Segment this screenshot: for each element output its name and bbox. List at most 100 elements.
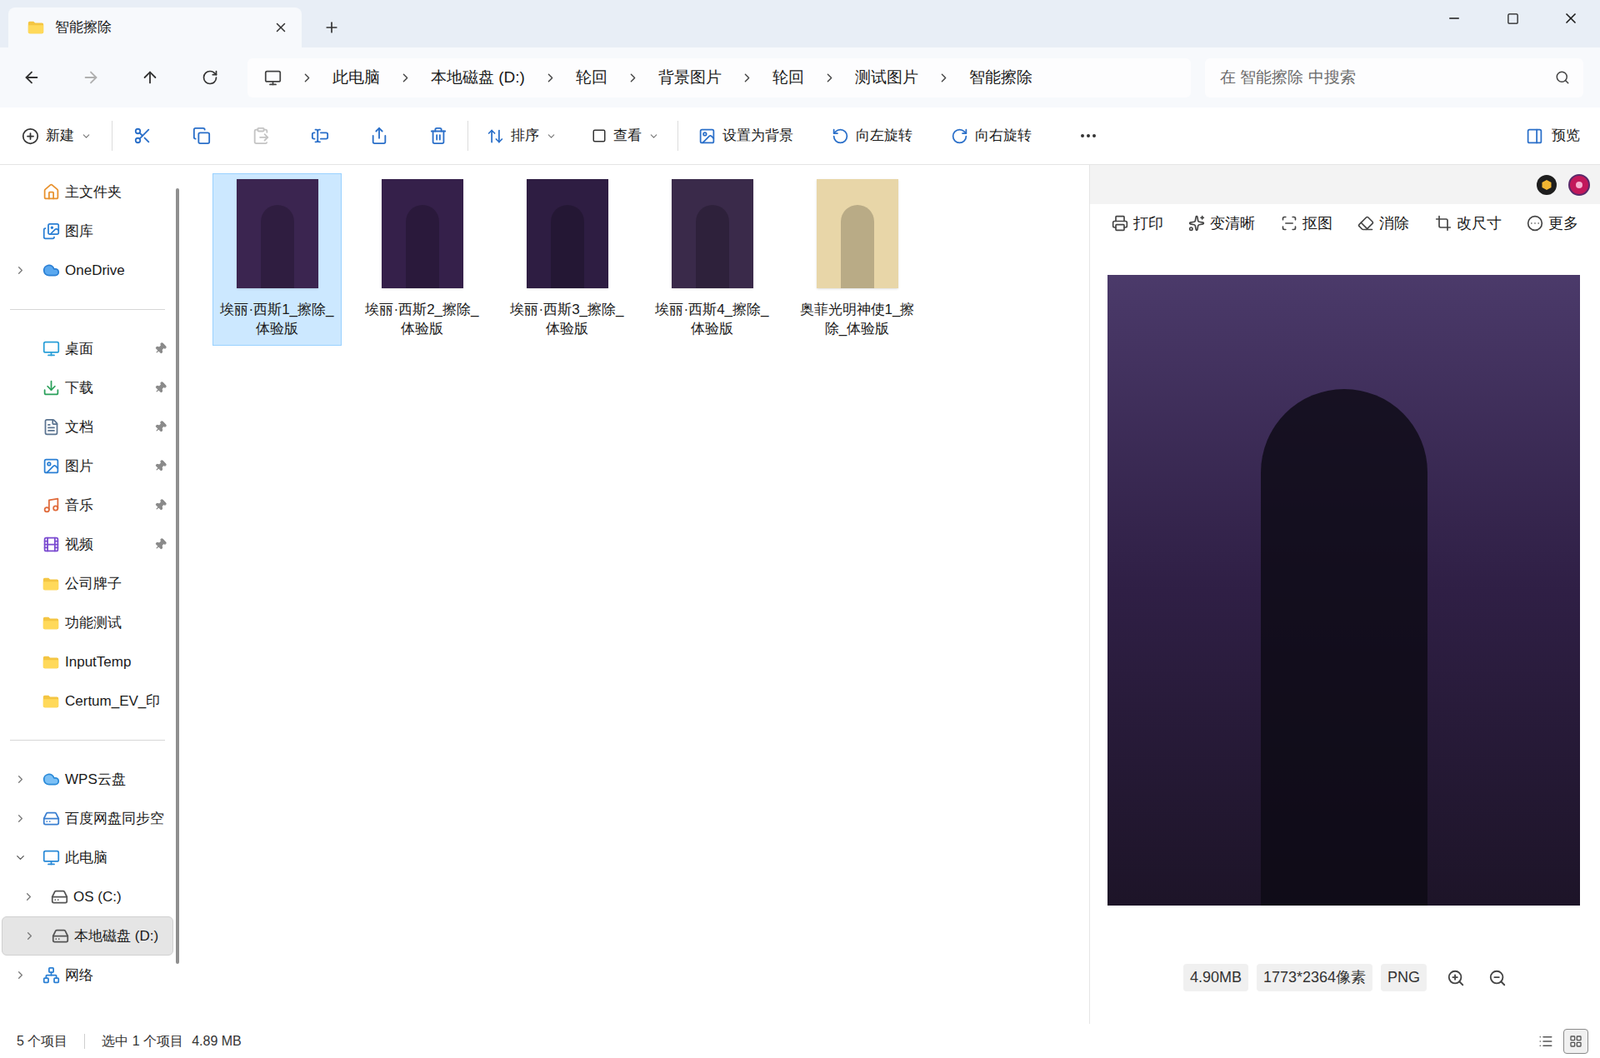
sidebar-item[interactable]: 下载	[1, 368, 174, 408]
breadcrumb-separator-icon[interactable]	[300, 70, 315, 85]
zoom-in-icon[interactable]	[1446, 969, 1465, 988]
file-item[interactable]: 埃丽·西斯4_擦除_体验版	[647, 173, 777, 346]
sidebar-divider	[10, 309, 165, 310]
sidebar-item-label: 图片	[65, 455, 155, 478]
breadcrumb-separator-icon[interactable]	[398, 70, 413, 85]
plugin-logo-icon[interactable]	[1536, 175, 1557, 195]
view-mode-button[interactable]	[1563, 1029, 1589, 1055]
preview-action-button[interactable]: 打印	[1111, 212, 1164, 235]
sidebar-item[interactable]: 桌面	[1, 329, 174, 369]
expand-icon[interactable]	[14, 773, 27, 786]
zoom-out-icon[interactable]	[1488, 969, 1507, 988]
expand-icon[interactable]	[14, 969, 27, 982]
sidebar-item[interactable]: 主文件夹	[1, 172, 174, 212]
back-icon	[22, 68, 41, 87]
sidebar-item[interactable]: WPS云盘	[1, 760, 174, 800]
breadcrumb-separator-icon[interactable]	[740, 70, 755, 85]
pin-icon[interactable]	[151, 457, 170, 475]
toolbar-icon-button[interactable]	[290, 126, 350, 145]
sidebar-item[interactable]: 网络	[1, 955, 174, 995]
expand-icon[interactable]	[14, 264, 27, 277]
breadcrumb-item[interactable]: 测试图片	[855, 65, 919, 90]
view-mode-button[interactable]	[1533, 1029, 1559, 1055]
close-button[interactable]	[1541, 0, 1600, 37]
pin-icon[interactable]	[151, 418, 170, 436]
toolbar-icon-button[interactable]	[408, 126, 468, 145]
maximize-button[interactable]	[1483, 0, 1542, 37]
file-thumbnail	[671, 179, 754, 289]
forward-button[interactable]	[75, 68, 106, 87]
more-button[interactable]	[1078, 125, 1099, 146]
breadcrumb-separator-icon[interactable]	[936, 70, 951, 85]
sidebar-item-label: OS (C:)	[73, 886, 174, 909]
breadcrumb-separator-icon[interactable]	[543, 70, 558, 85]
file-thumbnail	[381, 179, 464, 289]
file-item[interactable]: 埃丽·西斯1_擦除_体验版	[212, 173, 342, 346]
sidebar-item[interactable]: InputTemp	[1, 642, 174, 682]
preview-action-button[interactable]: 改尺寸	[1435, 212, 1502, 235]
expand-icon[interactable]	[23, 930, 36, 943]
pin-icon[interactable]	[151, 379, 170, 397]
sidebar-item[interactable]: 文档	[1, 407, 174, 447]
sidebar-item[interactable]: 图库	[1, 211, 174, 251]
toolbar-icon-button[interactable]	[171, 126, 231, 145]
minimize-button[interactable]	[1425, 0, 1484, 37]
sidebar-item[interactable]: 音乐	[1, 485, 174, 525]
address-box[interactable]: 此电脑 本地磁盘 (D:) 轮回 背景图片 轮回 测试图片 智能擦除	[247, 58, 1191, 98]
pin-icon[interactable]	[151, 340, 170, 358]
toolbar-icon-button[interactable]	[230, 126, 290, 145]
sidebar-item[interactable]: 公司牌子	[1, 564, 174, 604]
preview-action-button[interactable]: 更多	[1526, 212, 1579, 235]
sidebar-item[interactable]: 此电脑	[1, 838, 174, 878]
back-button[interactable]	[16, 68, 47, 87]
user-avatar-icon[interactable]	[1568, 174, 1590, 196]
preview-action-button[interactable]: 抠图	[1280, 212, 1333, 235]
breadcrumb-item[interactable]: 本地磁盘 (D:)	[430, 65, 525, 90]
file-name: 埃丽·西斯2_擦除_体验版	[361, 300, 483, 339]
breadcrumb-item[interactable]: 此电脑	[332, 65, 380, 90]
toolbar-action-button[interactable]: 向左旋转	[831, 125, 913, 147]
dropdown-icon	[545, 130, 557, 142]
breadcrumb-separator-icon[interactable]	[625, 70, 640, 85]
breadcrumb-separator-icon[interactable]	[822, 70, 837, 85]
sidebar-item[interactable]: 视频	[1, 525, 174, 565]
view-button[interactable]: 查看	[591, 125, 660, 147]
sidebar-item[interactable]: 本地磁盘 (D:)	[1, 916, 174, 956]
expand-icon[interactable]	[14, 851, 27, 865]
file-item[interactable]: 埃丽·西斯3_擦除_体验版	[502, 173, 632, 346]
toolbar-action-button[interactable]: 向右旋转	[950, 125, 1032, 147]
pin-icon[interactable]	[151, 535, 170, 554]
breadcrumb-item[interactable]: 轮回	[772, 65, 805, 90]
expand-icon[interactable]	[14, 812, 27, 825]
toolbar-action-button[interactable]: 设置为背景	[698, 125, 794, 147]
sidebar-item[interactable]: OneDrive	[1, 250, 174, 290]
tab[interactable]: 智能擦除	[8, 7, 302, 48]
breadcrumb-item[interactable]: 背景图片	[658, 65, 722, 90]
sidebar-scrollbar[interactable]	[175, 188, 180, 965]
pin-icon[interactable]	[151, 496, 170, 515]
sidebar-item-icon	[42, 261, 60, 280]
search-box[interactable]: 在 智能擦除 中搜索	[1205, 58, 1584, 98]
new-tab-icon[interactable]	[323, 19, 340, 36]
sidebar-item[interactable]: Certum_EV_印	[1, 681, 174, 721]
sidebar-item[interactable]: OS (C:)	[1, 877, 174, 917]
file-item[interactable]: 奥菲光明神使1_擦除_体验版	[792, 173, 922, 346]
new-button[interactable]: 新建	[16, 125, 97, 147]
close-tab-icon[interactable]	[273, 20, 289, 35]
preview-action-button[interactable]: 变清晰	[1188, 212, 1255, 235]
toolbar-icon-button[interactable]	[349, 126, 409, 145]
paste-icon	[251, 126, 270, 145]
preview-toggle-button[interactable]: 预览	[1525, 125, 1580, 147]
sidebar-item[interactable]: 百度网盘同步空	[1, 799, 174, 839]
preview-action-button[interactable]: 消除	[1357, 212, 1410, 235]
sidebar-item[interactable]: 图片	[1, 446, 174, 486]
sidebar-item[interactable]: 功能测试	[1, 603, 174, 643]
toolbar-icon-button[interactable]	[112, 126, 172, 145]
breadcrumb-item[interactable]: 智能擦除	[969, 65, 1033, 90]
breadcrumb-item[interactable]: 轮回	[575, 65, 608, 90]
sort-button[interactable]: 排序	[486, 125, 557, 147]
refresh-button[interactable]	[195, 69, 225, 86]
up-button[interactable]	[135, 68, 165, 87]
file-item[interactable]: 埃丽·西斯2_擦除_体验版	[357, 173, 487, 346]
expand-icon[interactable]	[22, 890, 35, 904]
